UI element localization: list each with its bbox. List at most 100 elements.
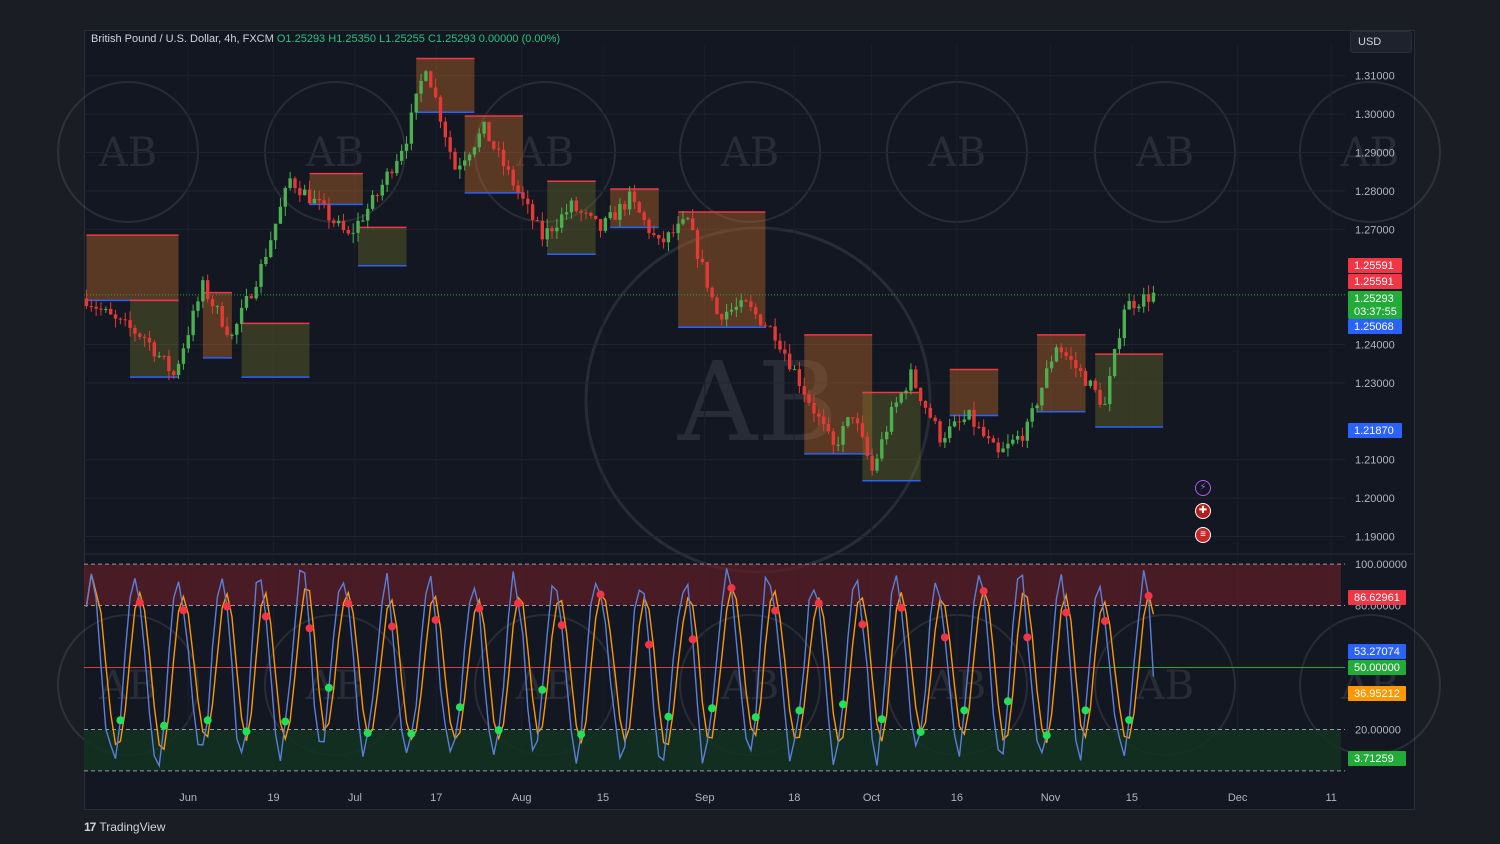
candle-body <box>361 220 365 222</box>
candle-body <box>584 212 588 214</box>
candle-body <box>1059 347 1063 353</box>
time-axis-tick: Oct <box>863 792 880 804</box>
candle-body <box>492 141 496 149</box>
candle-body <box>191 310 195 336</box>
candle-body <box>1083 371 1088 386</box>
candle-body <box>152 342 157 357</box>
candle-body <box>899 393 903 403</box>
candle-body <box>516 185 520 193</box>
candle-body <box>948 426 952 439</box>
candle-body <box>438 97 443 122</box>
candle-body <box>972 409 976 427</box>
stoch-buy-dot <box>538 685 547 694</box>
candle-body <box>1045 368 1049 388</box>
uk-flag-icon[interactable]: ✚ <box>1195 503 1211 519</box>
flash-icon[interactable]: ⚡ <box>1195 480 1211 496</box>
overbought-zone <box>84 564 1341 606</box>
candle-body <box>123 319 127 321</box>
candle-body <box>113 314 118 319</box>
candle-body <box>322 200 326 205</box>
candle-body <box>962 419 966 422</box>
candle-body <box>657 234 661 239</box>
zone-box <box>416 58 475 113</box>
stoch-buy-dot <box>203 716 212 725</box>
candle-body <box>487 121 491 142</box>
price-axis-tick: 1.28000 <box>1355 186 1395 198</box>
stoch-buy-dot <box>455 703 464 712</box>
stoch-sell-dot <box>514 599 523 608</box>
tradingview-logo[interactable]: 17 TradingView <box>84 820 165 834</box>
stoch-buy-dot <box>1081 706 1090 715</box>
candle-body <box>870 455 874 471</box>
stoch-buy-dot <box>708 704 717 713</box>
price-label-text: 1.21870 <box>1354 425 1394 437</box>
stoch-buy-dot <box>242 727 251 736</box>
price-label-text: 1.25068 <box>1354 321 1394 333</box>
stoch-sell-dot <box>431 615 440 624</box>
candle-body <box>952 421 957 427</box>
candle-body <box>1142 294 1146 307</box>
candle-body <box>443 121 448 138</box>
candle-body <box>826 424 831 432</box>
candle-body <box>749 301 753 308</box>
candle-body <box>346 229 351 234</box>
candle-body <box>167 356 171 372</box>
candle-body <box>336 220 341 224</box>
time-axis-tick: 15 <box>597 792 609 804</box>
stoch-buy-dot <box>363 729 372 738</box>
stoch-value-text: 3.71259 <box>1354 753 1394 765</box>
candle-body <box>938 421 942 443</box>
zone-box <box>1095 354 1164 428</box>
candle-body <box>172 371 176 375</box>
candle-body <box>366 208 370 221</box>
candle-body <box>671 232 675 234</box>
candle-body <box>118 318 123 320</box>
candle-body <box>142 336 147 338</box>
candle-body <box>1011 439 1015 444</box>
candle-body <box>933 417 937 422</box>
stoch-sell-dot <box>1144 591 1153 600</box>
candle-body <box>564 212 569 215</box>
candle-body <box>1112 349 1117 376</box>
candle-body <box>545 228 549 240</box>
chart-canvas[interactable]: ABABABABABABABABABABABABABABAB1.310001.3… <box>0 0 1500 844</box>
candle-body <box>298 188 302 196</box>
time-axis-tick: Aug <box>512 792 532 804</box>
candle-body <box>196 301 200 311</box>
candle-body <box>778 340 782 350</box>
candle-body <box>472 147 477 155</box>
candle-body <box>332 220 336 224</box>
tradingview-text: TradingView <box>99 820 166 834</box>
candle-body <box>637 202 642 213</box>
candle-body <box>1035 405 1039 409</box>
candle-body <box>506 166 511 170</box>
candle-body <box>278 206 283 224</box>
stoch-sell-dot <box>940 633 949 642</box>
candle-body <box>739 300 743 307</box>
candle-body <box>855 418 860 424</box>
stoch-sell-dot <box>1023 633 1032 642</box>
candle-body <box>1015 435 1020 440</box>
countdown-text: 03:37:55 <box>1354 306 1397 318</box>
candle-body <box>608 212 612 219</box>
candle-body <box>981 426 986 437</box>
stoch-buy-dot <box>751 713 760 722</box>
candle-body <box>535 220 540 222</box>
stoch-sell-dot <box>305 624 314 633</box>
candle-body <box>821 416 826 425</box>
price-axis-tick: 1.24000 <box>1355 339 1395 351</box>
candle-body <box>865 436 869 456</box>
candle-body <box>1001 448 1005 453</box>
candle-body <box>1117 338 1122 350</box>
currency-selector[interactable]: USD <box>1350 31 1412 53</box>
us-flag-icon[interactable]: ≡ <box>1195 527 1211 543</box>
candle-body <box>991 438 996 443</box>
stoch-buy-dot <box>324 683 333 692</box>
candle-body <box>463 160 467 166</box>
candle-body <box>996 442 1000 453</box>
candle-body <box>511 169 515 186</box>
candle-body <box>104 308 108 310</box>
candle-body <box>574 200 578 212</box>
candle-body <box>501 149 506 167</box>
candle-body <box>763 325 768 327</box>
